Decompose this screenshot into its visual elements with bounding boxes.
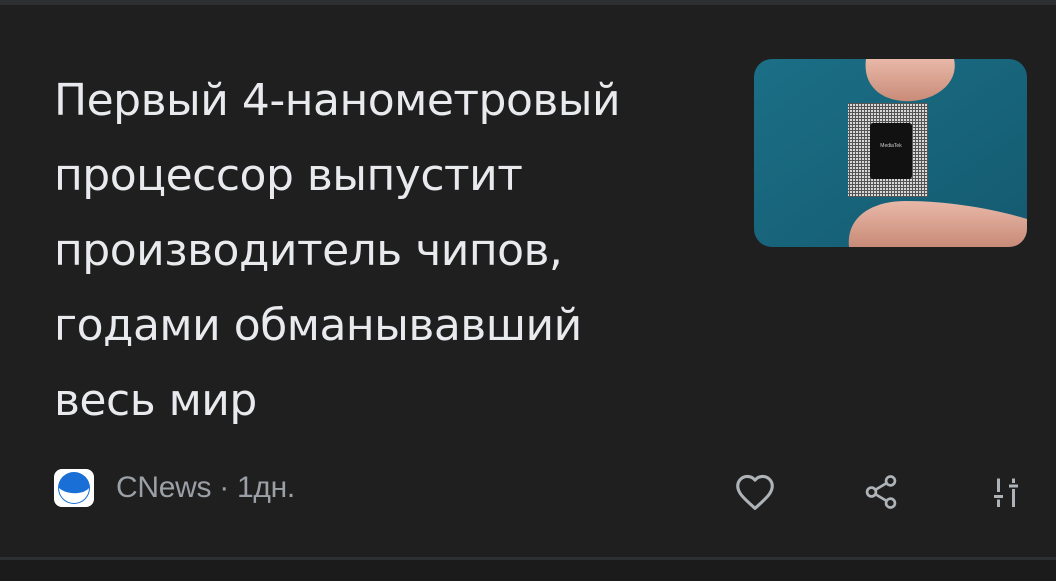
headline-line: весь мир bbox=[54, 375, 257, 426]
more-options-button[interactable] bbox=[982, 468, 1030, 516]
article-meta: CNews · 1дн. bbox=[52, 468, 295, 508]
tune-icon bbox=[994, 478, 1018, 507]
source-logo-icon bbox=[52, 468, 96, 508]
chip-brand-label: MediaTek bbox=[880, 143, 902, 149]
headline-line: процессор выпустит bbox=[54, 150, 523, 201]
news-card[interactable]: Первый 4-нанометровый процессор выпустит… bbox=[0, 5, 1056, 557]
headline-line: годами обманывавший bbox=[54, 300, 582, 351]
meta-separator: · bbox=[219, 471, 229, 504]
like-button[interactable] bbox=[731, 468, 779, 516]
headline-line: производитель чипов, bbox=[54, 225, 563, 276]
article-headline[interactable]: Первый 4-нанометровый процессор выпустит… bbox=[54, 63, 714, 438]
article-thumbnail[interactable]: MediaTek bbox=[754, 59, 1027, 247]
share-button[interactable] bbox=[857, 468, 905, 516]
headline-line: Первый 4-нанометровый bbox=[54, 75, 621, 126]
article-source-line: CNews · 1дн. bbox=[116, 471, 295, 505]
source-name: CNews bbox=[116, 471, 212, 504]
heart-outline-icon bbox=[736, 474, 774, 510]
chip-photo: MediaTek bbox=[754, 59, 1027, 247]
article-age: 1дн. bbox=[236, 471, 295, 504]
next-card-edge bbox=[0, 560, 1056, 581]
share-icon bbox=[865, 475, 897, 509]
